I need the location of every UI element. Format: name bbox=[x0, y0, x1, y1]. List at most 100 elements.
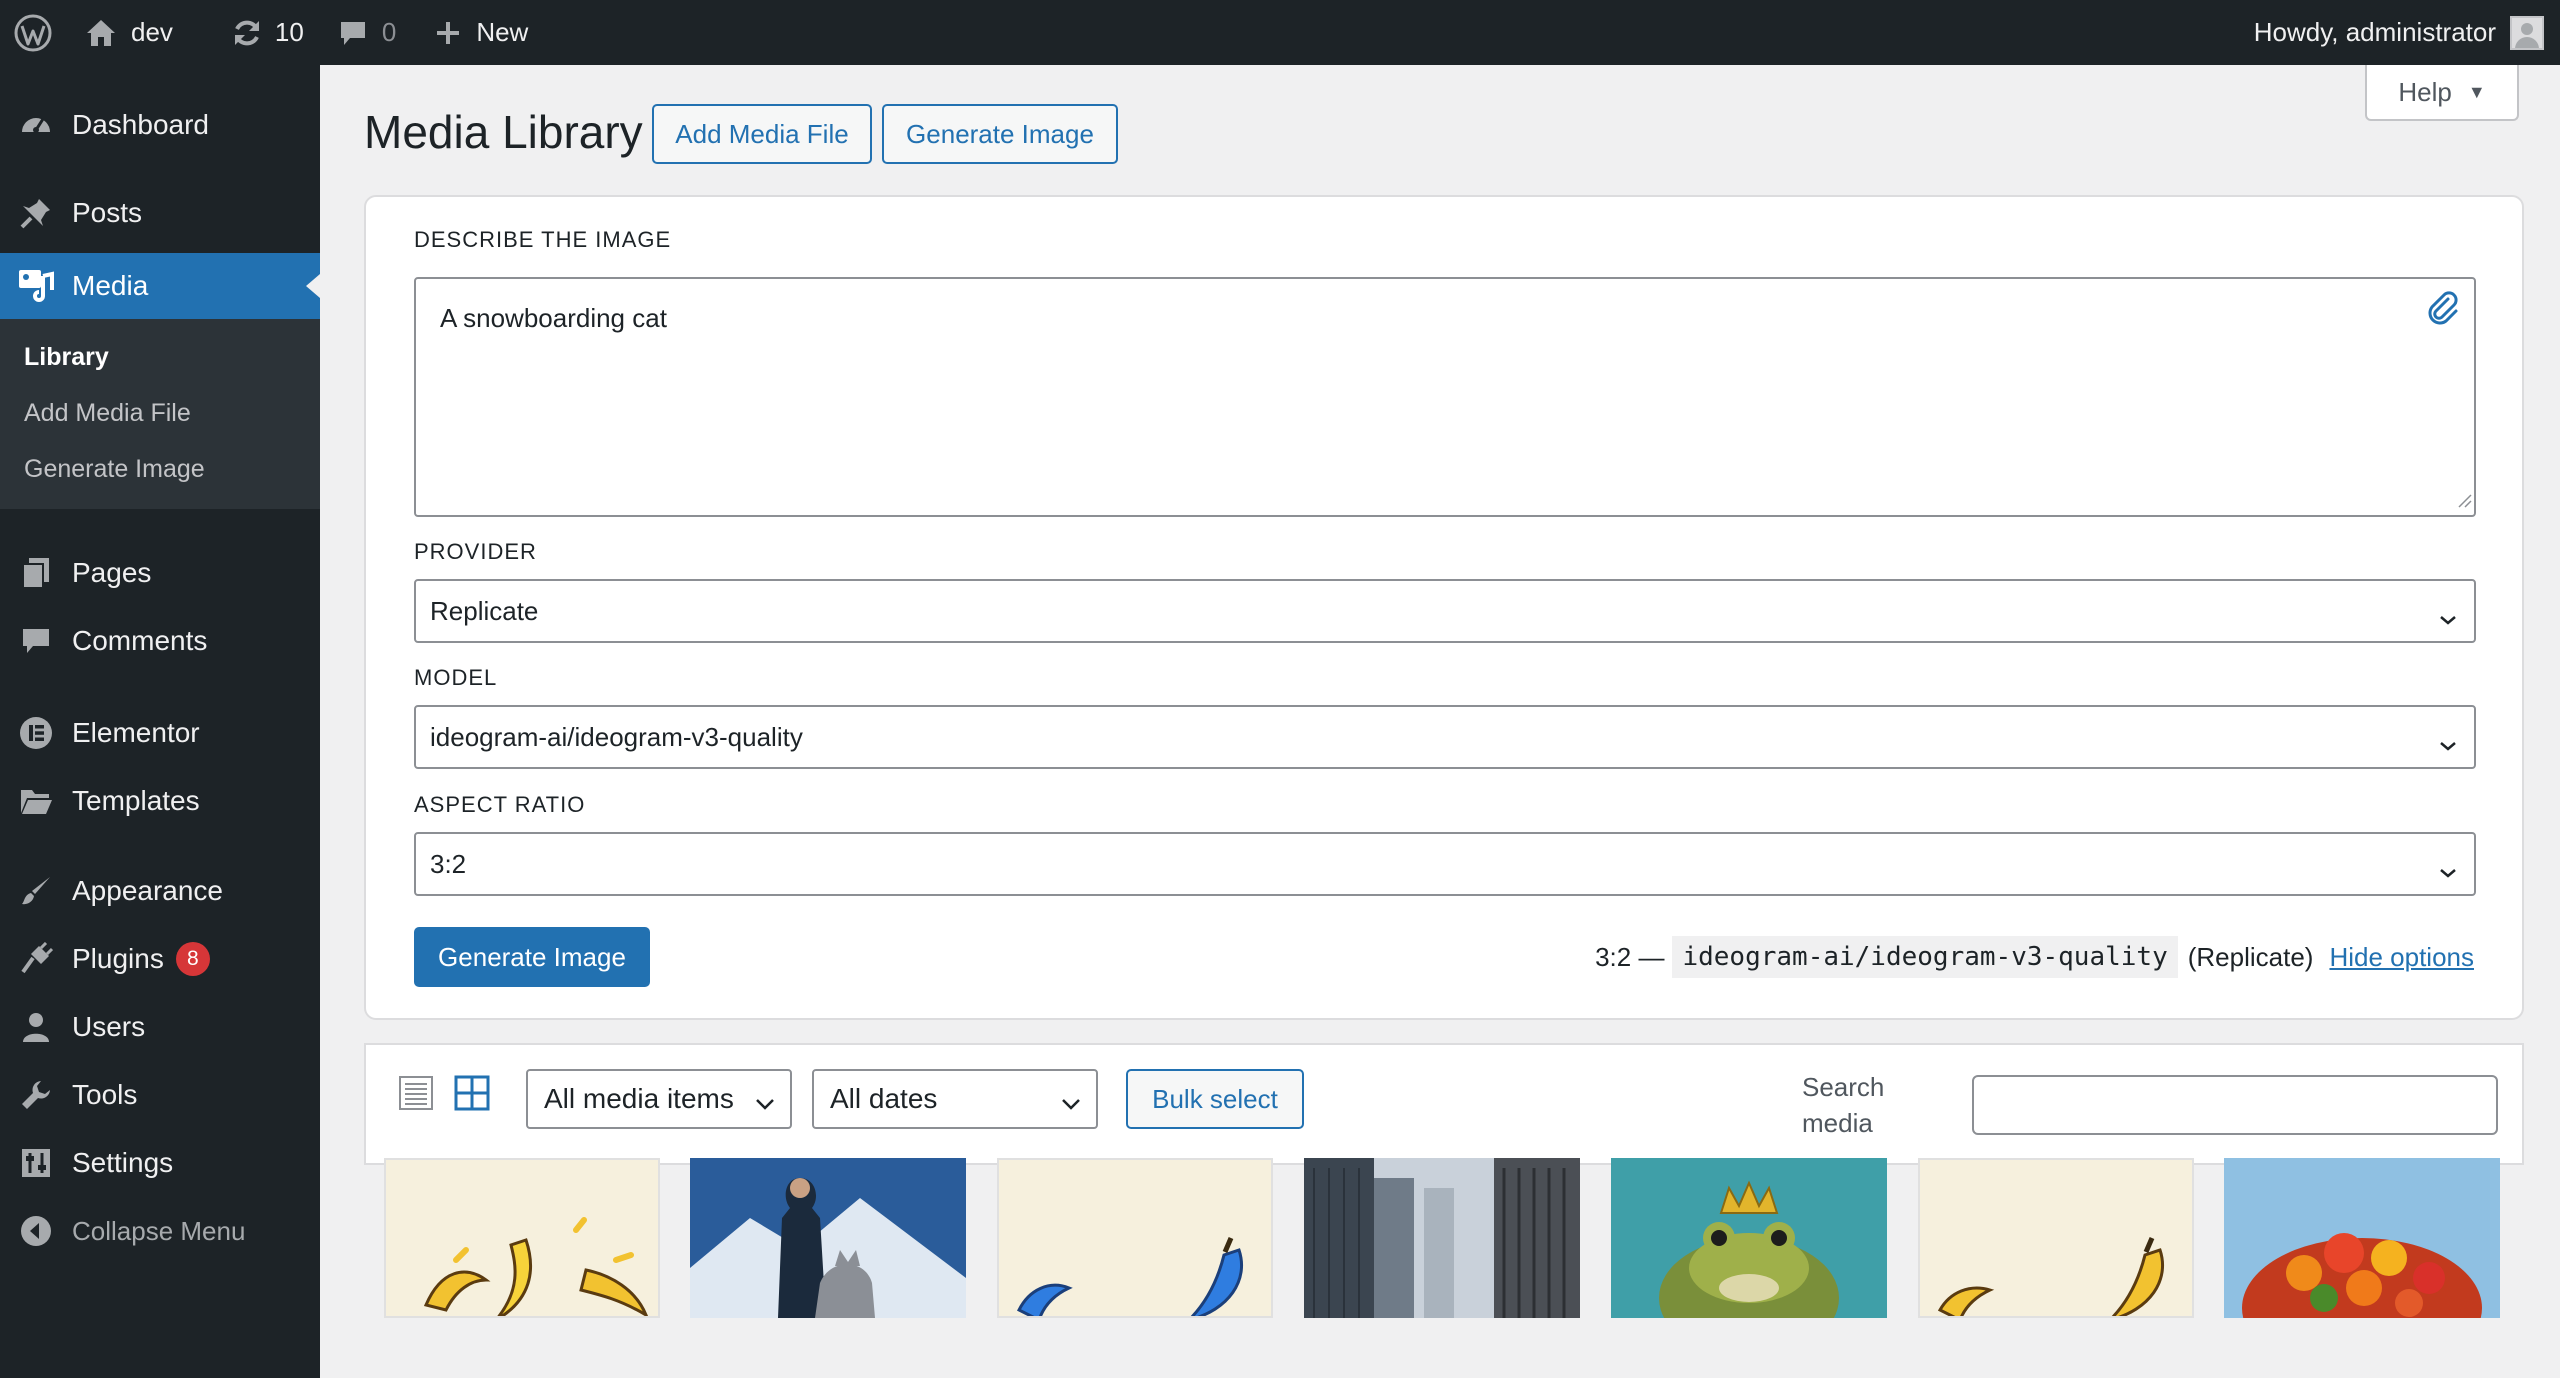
media-toolbar: All media items All dates Bulk select Se… bbox=[364, 1043, 2524, 1165]
comments-link[interactable]: 0 bbox=[338, 0, 396, 65]
submenu-item-library[interactable]: Library bbox=[24, 343, 109, 372]
folder-icon bbox=[0, 786, 72, 816]
prompt-value: A snowboarding cat bbox=[440, 303, 667, 333]
chevron-down-icon bbox=[2438, 729, 2458, 760]
chevron-down-icon bbox=[1060, 1089, 1082, 1121]
city-street-image bbox=[1304, 1158, 1580, 1318]
sidebar-item-label: Elementor bbox=[72, 717, 200, 748]
media-type-filter-value: All media items bbox=[544, 1083, 734, 1114]
frog-with-crown-image bbox=[1611, 1158, 1887, 1318]
comment-icon bbox=[0, 625, 72, 657]
media-thumbnail[interactable] bbox=[384, 1158, 660, 1318]
submenu-item-generate-image[interactable]: Generate Image bbox=[24, 455, 205, 484]
prompt-label: DESCRIBE THE IMAGE bbox=[414, 227, 672, 252]
sidebar-item-settings[interactable]: Settings bbox=[0, 1133, 320, 1193]
collapse-arrow-icon bbox=[0, 1215, 72, 1247]
sidebar-item-label: Pages bbox=[72, 557, 152, 588]
date-filter-value: All dates bbox=[830, 1083, 938, 1114]
sidebar-item-label: Dashboard bbox=[72, 109, 209, 140]
media-thumbnail[interactable] bbox=[690, 1158, 966, 1318]
sidebar-item-label: Appearance bbox=[72, 875, 224, 906]
new-label: New bbox=[476, 17, 529, 47]
yellow-banana-image bbox=[1937, 1237, 2165, 1316]
generate-image-header-button[interactable]: Generate Image bbox=[882, 104, 1118, 164]
grid-view-icon[interactable] bbox=[454, 1075, 490, 1116]
sidebar-item-users[interactable]: Users bbox=[0, 997, 320, 1057]
updates-link[interactable]: 10 bbox=[231, 0, 304, 65]
sidebar-item-elementor[interactable]: Elementor bbox=[0, 703, 320, 763]
media-submenu: Library Add Media File Generate Image bbox=[0, 319, 320, 509]
media-thumbnail[interactable] bbox=[997, 1158, 1273, 1318]
plugin-icon bbox=[0, 942, 72, 976]
sidebar-item-dashboard[interactable]: Dashboard bbox=[0, 95, 320, 155]
comment-bubble-icon bbox=[338, 18, 368, 48]
pushpin-icon bbox=[0, 196, 72, 230]
add-media-file-button[interactable]: Add Media File bbox=[652, 104, 872, 164]
generate-image-submit-button[interactable]: Generate Image bbox=[414, 927, 650, 987]
image-generator-panel: DESCRIBE THE IMAGE A snowboarding cat PR… bbox=[364, 195, 2524, 1020]
sidebar-item-plugins[interactable]: Plugins 8 bbox=[0, 929, 320, 989]
wordpress-logo-icon[interactable] bbox=[0, 0, 65, 65]
user-icon bbox=[0, 1011, 72, 1043]
howdy-greeting: Howdy, administrator bbox=[2253, 17, 2496, 47]
account-menu[interactable]: Howdy, administrator bbox=[2254, 0, 2544, 65]
search-media-label: Search media bbox=[1802, 1072, 1885, 1138]
bulk-select-button[interactable]: Bulk select bbox=[1126, 1069, 1304, 1129]
date-filter[interactable]: All dates bbox=[812, 1069, 1098, 1129]
chevron-down-icon bbox=[2438, 603, 2458, 634]
help-tab-button[interactable]: Help ▼ bbox=[2365, 65, 2519, 121]
chevron-down-icon bbox=[2438, 856, 2458, 887]
page-title: Media Library bbox=[364, 106, 643, 158]
media-thumbnail[interactable] bbox=[1611, 1158, 1887, 1318]
provider-label: PROVIDER bbox=[414, 539, 537, 564]
sidebar-item-appearance[interactable]: Appearance bbox=[0, 861, 320, 921]
summary-model: ideogram-ai/ideogram-v3-quality bbox=[1672, 936, 2178, 978]
wrench-icon bbox=[0, 1078, 72, 1112]
media-thumbnail[interactable] bbox=[2224, 1158, 2500, 1318]
model-select[interactable]: ideogram-ai/ideogram-v3-quality bbox=[414, 705, 2476, 769]
sidebar-item-pages[interactable]: Pages bbox=[0, 543, 320, 603]
pages-icon bbox=[0, 556, 72, 590]
avatar bbox=[2510, 15, 2544, 50]
site-name: dev bbox=[131, 17, 173, 47]
hide-options-link[interactable]: Hide options bbox=[2329, 942, 2474, 973]
resize-handle-icon[interactable] bbox=[2456, 492, 2472, 513]
media-thumbnail[interactable] bbox=[1304, 1158, 1580, 1318]
admin-bar: dev 10 0 New Howdy, administrator bbox=[0, 0, 2560, 65]
paintbrush-icon bbox=[0, 874, 72, 908]
collapse-menu-label: Collapse Menu bbox=[72, 1215, 246, 1246]
sidebar-item-comments[interactable]: Comments bbox=[0, 611, 320, 671]
new-content-link[interactable]: New bbox=[434, 0, 528, 65]
sidebar-item-label: Templates bbox=[72, 785, 200, 816]
media-icon bbox=[0, 268, 72, 304]
sidebar-item-tools[interactable]: Tools bbox=[0, 1065, 320, 1125]
caret-down-icon: ▼ bbox=[2467, 81, 2486, 102]
admin-sidebar: Dashboard Posts Media Library Add Media … bbox=[0, 65, 320, 1378]
sidebar-item-label: Plugins bbox=[72, 943, 164, 974]
media-type-filter[interactable]: All media items bbox=[526, 1069, 792, 1129]
sidebar-item-posts[interactable]: Posts bbox=[0, 183, 320, 243]
sidebar-item-templates[interactable]: Templates bbox=[0, 771, 320, 831]
blue-banana-image bbox=[1016, 1237, 1244, 1316]
plus-icon bbox=[434, 19, 462, 47]
submenu-item-add-media-file[interactable]: Add Media File bbox=[24, 399, 191, 428]
summary-aspect: 3:2 — bbox=[1595, 941, 1665, 972]
paperclip-icon[interactable] bbox=[2424, 289, 2462, 332]
list-view-icon[interactable] bbox=[398, 1075, 434, 1116]
refresh-icon bbox=[231, 17, 263, 49]
provider-select[interactable]: Replicate bbox=[414, 579, 2476, 643]
plugins-update-badge: 8 bbox=[175, 942, 210, 976]
prompt-textarea[interactable]: A snowboarding cat bbox=[414, 277, 2476, 517]
search-media-input[interactable] bbox=[1972, 1075, 2498, 1135]
media-thumbnail[interactable] bbox=[1918, 1158, 2194, 1318]
collapse-menu-button[interactable]: Collapse Menu bbox=[0, 1201, 320, 1261]
settings-icon bbox=[0, 1147, 72, 1179]
elementor-icon bbox=[0, 716, 72, 750]
chevron-down-icon bbox=[754, 1089, 776, 1121]
sidebar-item-media[interactable]: Media bbox=[0, 253, 320, 319]
aspect-ratio-select[interactable]: 3:2 bbox=[414, 832, 2476, 896]
dashboard-icon bbox=[0, 108, 72, 142]
comments-count: 0 bbox=[381, 17, 397, 47]
site-name-link[interactable]: dev bbox=[65, 0, 173, 65]
home-icon bbox=[85, 18, 117, 48]
